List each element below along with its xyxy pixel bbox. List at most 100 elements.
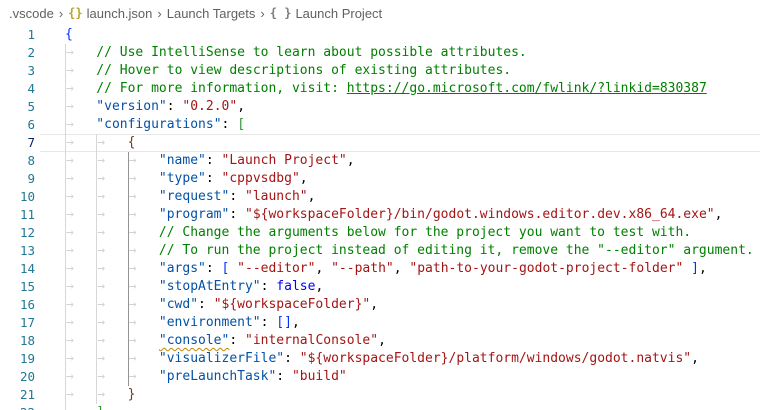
- tab-whitespace: →: [96, 170, 127, 188]
- line-content[interactable]: →// Hover to view descriptions of existi…: [40, 62, 760, 80]
- line-content[interactable]: →→→"preLaunchTask": "build": [40, 368, 760, 386]
- line-content[interactable]: →→→"args": [ "--editor", "--path", "path…: [40, 260, 760, 278]
- line-content[interactable]: →// Use IntelliSense to learn about poss…: [40, 44, 760, 62]
- line-number[interactable]: 11: [0, 206, 40, 224]
- tab-whitespace: →: [65, 260, 96, 278]
- tab-whitespace: →: [128, 188, 159, 206]
- code-token: "path-to-your-godot-project-folder": [409, 261, 683, 276]
- line-number[interactable]: 12: [0, 224, 40, 242]
- tab-whitespace: →: [128, 242, 159, 260]
- tab-whitespace: →: [128, 170, 159, 188]
- line-number[interactable]: 18: [0, 332, 40, 350]
- code-line: 4→// For more information, visit: https:…: [0, 80, 760, 98]
- line-number[interactable]: 14: [0, 260, 40, 278]
- line-content[interactable]: →→→"request": "launch",: [40, 188, 760, 206]
- code-line: 12→→→// Change the arguments below for t…: [0, 224, 760, 242]
- code-token: "args": [159, 261, 206, 276]
- breadcrumb-item-launch-targets[interactable]: Launch Targets: [167, 6, 256, 21]
- line-content[interactable]: →→→// Change the arguments below for the…: [40, 224, 760, 242]
- code-token: "cwd": [159, 297, 198, 312]
- tab-whitespace: →: [65, 350, 96, 368]
- breadcrumb-label: .vscode: [9, 6, 54, 21]
- line-content[interactable]: →→→"console": "internalConsole",: [40, 332, 760, 350]
- line-number[interactable]: 22: [0, 404, 40, 410]
- breadcrumb-separator-icon: ›: [260, 6, 264, 21]
- code-line: 17→→→"environment": [],: [0, 314, 760, 332]
- tab-whitespace: →: [65, 332, 96, 350]
- tab-whitespace: →: [96, 278, 127, 296]
- code-token: :: [167, 99, 183, 114]
- code-token: "cppvsdbg": [222, 171, 300, 186]
- line-number[interactable]: 21: [0, 386, 40, 404]
- code-line: 3→// Hover to view descriptions of exist…: [0, 62, 760, 80]
- line-number[interactable]: 4: [0, 80, 40, 98]
- line-number[interactable]: 8: [0, 152, 40, 170]
- line-content[interactable]: →// For more information, visit: https:/…: [40, 80, 760, 98]
- tab-whitespace: →: [128, 278, 159, 296]
- code-line: 6→"configurations": [: [0, 116, 760, 134]
- code-token: :: [284, 351, 300, 366]
- line-content[interactable]: →→→"program": "${workspaceFolder}/bin/go…: [40, 206, 760, 224]
- line-number[interactable]: 13: [0, 242, 40, 260]
- code-token: "stopAtEntry": [159, 279, 261, 294]
- line-number[interactable]: 5: [0, 98, 40, 116]
- line-number[interactable]: 19: [0, 350, 40, 368]
- tab-whitespace: →: [65, 206, 96, 224]
- code-token: "Launch Project": [222, 153, 347, 168]
- line-number[interactable]: 1: [0, 26, 40, 44]
- code-line: 20→→→"preLaunchTask": "build": [0, 368, 760, 386]
- tab-whitespace: →: [128, 314, 159, 332]
- code-token: ,: [691, 351, 699, 366]
- code-line: 9→→→"type": "cppvsdbg",: [0, 170, 760, 188]
- tab-whitespace: →: [96, 314, 127, 332]
- line-content[interactable]: →→}: [40, 386, 760, 404]
- line-content[interactable]: →→→"visualizerFile": "${workspaceFolder}…: [40, 350, 760, 368]
- code-line: 22→]: [0, 404, 760, 410]
- line-number[interactable]: 20: [0, 368, 40, 386]
- tab-whitespace: →: [65, 170, 96, 188]
- code-editor[interactable]: 1{2→// Use IntelliSense to learn about p…: [0, 26, 760, 410]
- line-number[interactable]: 6: [0, 116, 40, 134]
- line-number[interactable]: 16: [0, 296, 40, 314]
- breadcrumb-item-launch-json[interactable]: {}launch.json: [68, 6, 152, 21]
- tab-whitespace: →: [128, 350, 159, 368]
- tab-whitespace: →: [65, 278, 96, 296]
- code-token: :: [276, 369, 292, 384]
- code-token: ,: [699, 261, 707, 276]
- code-token: "type": [159, 171, 206, 186]
- line-content[interactable]: →→→"cwd": "${workspaceFolder}",: [40, 296, 760, 314]
- breadcrumb-separator-icon: ›: [59, 6, 63, 21]
- code-token: https://go.microsoft.com/fwlink/?linkid=…: [347, 81, 707, 96]
- code-line: 18→→→"console": "internalConsole",: [0, 332, 760, 350]
- line-content[interactable]: →]: [40, 404, 760, 410]
- line-content[interactable]: →"version": "0.2.0",: [40, 98, 760, 116]
- line-number[interactable]: 10: [0, 188, 40, 206]
- line-number[interactable]: 3: [0, 62, 40, 80]
- code-line: 16→→→"cwd": "${workspaceFolder}",: [0, 296, 760, 314]
- code-token: "${workspaceFolder}": [214, 297, 371, 312]
- code-line: 11→→→"program": "${workspaceFolder}/bin/…: [0, 206, 760, 224]
- code-token: ,: [300, 171, 308, 186]
- code-token: "configurations": [96, 117, 221, 132]
- line-content[interactable]: →→→// To run the project instead of edit…: [40, 242, 760, 260]
- line-content[interactable]: →"configurations": [: [40, 116, 760, 134]
- line-content[interactable]: →→→"type": "cppvsdbg",: [40, 170, 760, 188]
- line-content[interactable]: →→{: [40, 134, 760, 152]
- breadcrumb-item--vscode[interactable]: .vscode: [9, 6, 54, 21]
- code-token: ,: [378, 333, 386, 348]
- line-number[interactable]: 15: [0, 278, 40, 296]
- line-number[interactable]: 7: [0, 134, 40, 152]
- line-content[interactable]: →→→"environment": [],: [40, 314, 760, 332]
- line-number[interactable]: 2: [0, 44, 40, 62]
- code-token: "build": [292, 369, 347, 384]
- tab-whitespace: →: [96, 206, 127, 224]
- line-content[interactable]: {: [40, 26, 760, 44]
- line-number[interactable]: 9: [0, 170, 40, 188]
- tab-whitespace: →: [65, 134, 96, 152]
- line-content[interactable]: →→→"stopAtEntry": false,: [40, 278, 760, 296]
- line-number[interactable]: 17: [0, 314, 40, 332]
- breadcrumb-item-launch-project[interactable]: { }Launch Project: [270, 6, 382, 21]
- tab-whitespace: →: [65, 296, 96, 314]
- line-content[interactable]: →→→"name": "Launch Project",: [40, 152, 760, 170]
- tab-whitespace: →: [128, 296, 159, 314]
